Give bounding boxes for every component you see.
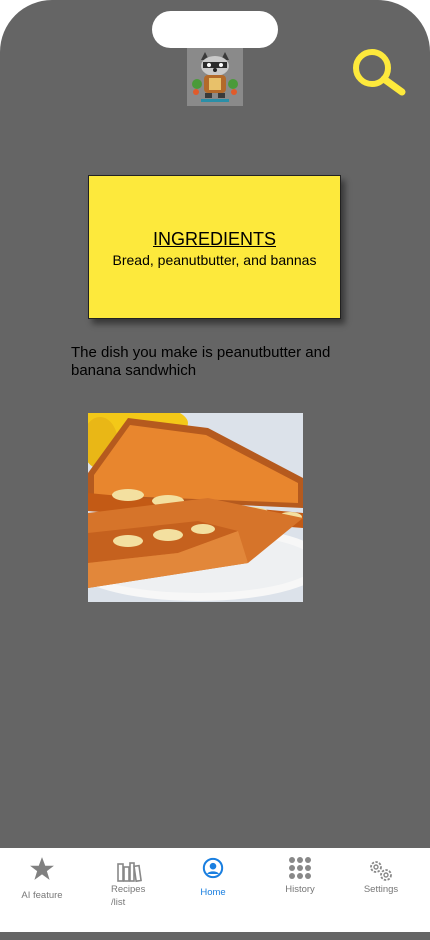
notch xyxy=(152,11,278,48)
bottom-tab-bar: AI feature Recipes /list Home History Se… xyxy=(0,848,430,932)
books-icon xyxy=(117,862,142,883)
home-indicator xyxy=(0,932,430,938)
tab-ai-feature[interactable]: AI feature xyxy=(12,848,72,932)
ingredients-card: INGREDIENTS Bread, peanutbutter, and ban… xyxy=(88,175,341,319)
search-button[interactable] xyxy=(348,48,408,98)
dish-result-text: The dish you make is peanutbutter and ba… xyxy=(71,344,331,379)
tab-label: History xyxy=(285,884,315,895)
tab-settings[interactable]: Settings xyxy=(354,848,408,932)
ingredients-list: Bread, peanutbutter, and bannas xyxy=(112,252,317,268)
tab-recipes-list[interactable]: Recipes /list xyxy=(102,848,156,932)
grid-dots-icon xyxy=(289,857,311,879)
ingredients-title: INGREDIENTS xyxy=(152,229,276,249)
star-icon xyxy=(30,857,54,880)
raccoon-logo-icon xyxy=(187,48,243,106)
gears-icon xyxy=(370,861,392,881)
search-icon xyxy=(353,49,406,96)
dish-photo xyxy=(88,413,303,602)
tab-home[interactable]: Home xyxy=(184,848,242,932)
tab-label: Settings xyxy=(363,884,399,895)
user-circle-icon xyxy=(202,857,224,879)
phone-frame: INGREDIENTS Bread, peanutbutter, and ban… xyxy=(0,0,430,940)
tab-label: AI feature xyxy=(21,890,63,901)
tab-label: Recipes /list xyxy=(111,884,146,908)
tab-history[interactable]: History xyxy=(272,848,328,932)
tab-label: Home xyxy=(200,887,226,898)
